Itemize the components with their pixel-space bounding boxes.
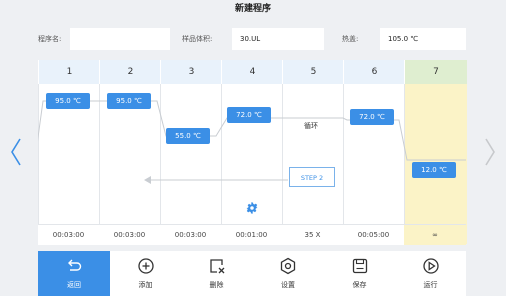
step-7-time[interactable]: ∞ bbox=[404, 225, 466, 245]
program-name-input[interactable] bbox=[70, 28, 170, 50]
step-4-time[interactable]: 00:01:00 bbox=[221, 225, 282, 245]
hot-lid-label: 热盖: bbox=[342, 35, 359, 43]
loop-target-step-button[interactable]: STEP 2 bbox=[289, 167, 335, 187]
return-icon bbox=[68, 259, 82, 271]
step-number: 4 bbox=[221, 60, 283, 84]
step-1-temperature[interactable]: 95.0 ℃ bbox=[46, 93, 90, 109]
temperature-profile bbox=[38, 100, 466, 184]
step-6-temperature[interactable]: 72.0 ℃ bbox=[350, 109, 394, 125]
save-label: 保存 bbox=[352, 281, 367, 289]
back-label: 返回 bbox=[67, 281, 81, 289]
sample-volume-label: 样品体积: bbox=[182, 35, 213, 43]
back-button[interactable]: 返回 bbox=[38, 251, 110, 296]
chevron-right-icon[interactable] bbox=[482, 136, 498, 168]
delete-label: 删除 bbox=[209, 281, 224, 289]
sample-volume-input[interactable]: 30.UL bbox=[232, 28, 324, 50]
settings-icon bbox=[280, 257, 296, 275]
add-button[interactable]: 添加 bbox=[110, 251, 181, 296]
delete-icon bbox=[209, 259, 224, 274]
program-params: 程序名: 样品体积: 30.UL 热盖: 105.0 ℃ bbox=[0, 28, 506, 50]
step-number: 2 bbox=[99, 60, 161, 84]
loop-label: 循环 bbox=[304, 122, 318, 130]
program-name-label: 程序名: bbox=[38, 35, 62, 43]
settings-label: 设置 bbox=[281, 281, 295, 289]
step-6-time[interactable]: 00:05:00 bbox=[343, 225, 404, 245]
step-number: 1 bbox=[38, 60, 100, 84]
step-number: 3 bbox=[160, 60, 222, 84]
step-2-temperature[interactable]: 95.0 ℃ bbox=[107, 93, 151, 109]
add-icon bbox=[137, 258, 154, 274]
step-2-time[interactable]: 00:03:00 bbox=[99, 225, 160, 245]
step-3-temperature[interactable]: 55.0 ℃ bbox=[166, 128, 210, 144]
chevron-left-icon[interactable] bbox=[8, 136, 24, 168]
settings-button[interactable]: 设置 bbox=[252, 251, 324, 296]
run-button[interactable]: 运行 bbox=[395, 251, 466, 296]
delete-button[interactable]: 删除 bbox=[181, 251, 252, 296]
loop-arrow-head bbox=[144, 176, 151, 184]
step-time-row: 00:03:00 00:03:00 00:03:00 00:01:00 35 X… bbox=[38, 224, 466, 245]
step-4-temperature[interactable]: 72.0 ℃ bbox=[227, 107, 271, 123]
step-1-time[interactable]: 00:03:00 bbox=[38, 225, 99, 245]
add-label: 添加 bbox=[138, 281, 153, 289]
step-number: 6 bbox=[343, 60, 405, 84]
page-title: 新建程序 bbox=[234, 4, 271, 14]
step-7-temperature[interactable]: 12.0 ℃ bbox=[412, 162, 456, 178]
step-number: 5 bbox=[282, 60, 344, 84]
hot-lid-input[interactable]: 105.0 ℃ bbox=[380, 28, 466, 50]
step-3-time[interactable]: 00:03:00 bbox=[160, 225, 221, 245]
program-steps-panel: 1 2 3 4 5 6 7 95.0 ℃ 95.0 ℃ 55.0 ℃ 72.0 … bbox=[38, 60, 467, 245]
bottom-toolbar: 返回 添加 删除 设置 保存 运行 bbox=[38, 251, 466, 296]
play-icon bbox=[422, 258, 439, 274]
save-button[interactable]: 保存 bbox=[324, 251, 395, 296]
loop-count[interactable]: 35 X bbox=[282, 225, 343, 245]
step-number: 7 bbox=[404, 60, 467, 84]
run-label: 运行 bbox=[423, 281, 438, 289]
gear-icon[interactable] bbox=[246, 199, 258, 214]
step-header-row: 1 2 3 4 5 6 7 bbox=[38, 60, 467, 84]
save-icon bbox=[352, 258, 367, 274]
